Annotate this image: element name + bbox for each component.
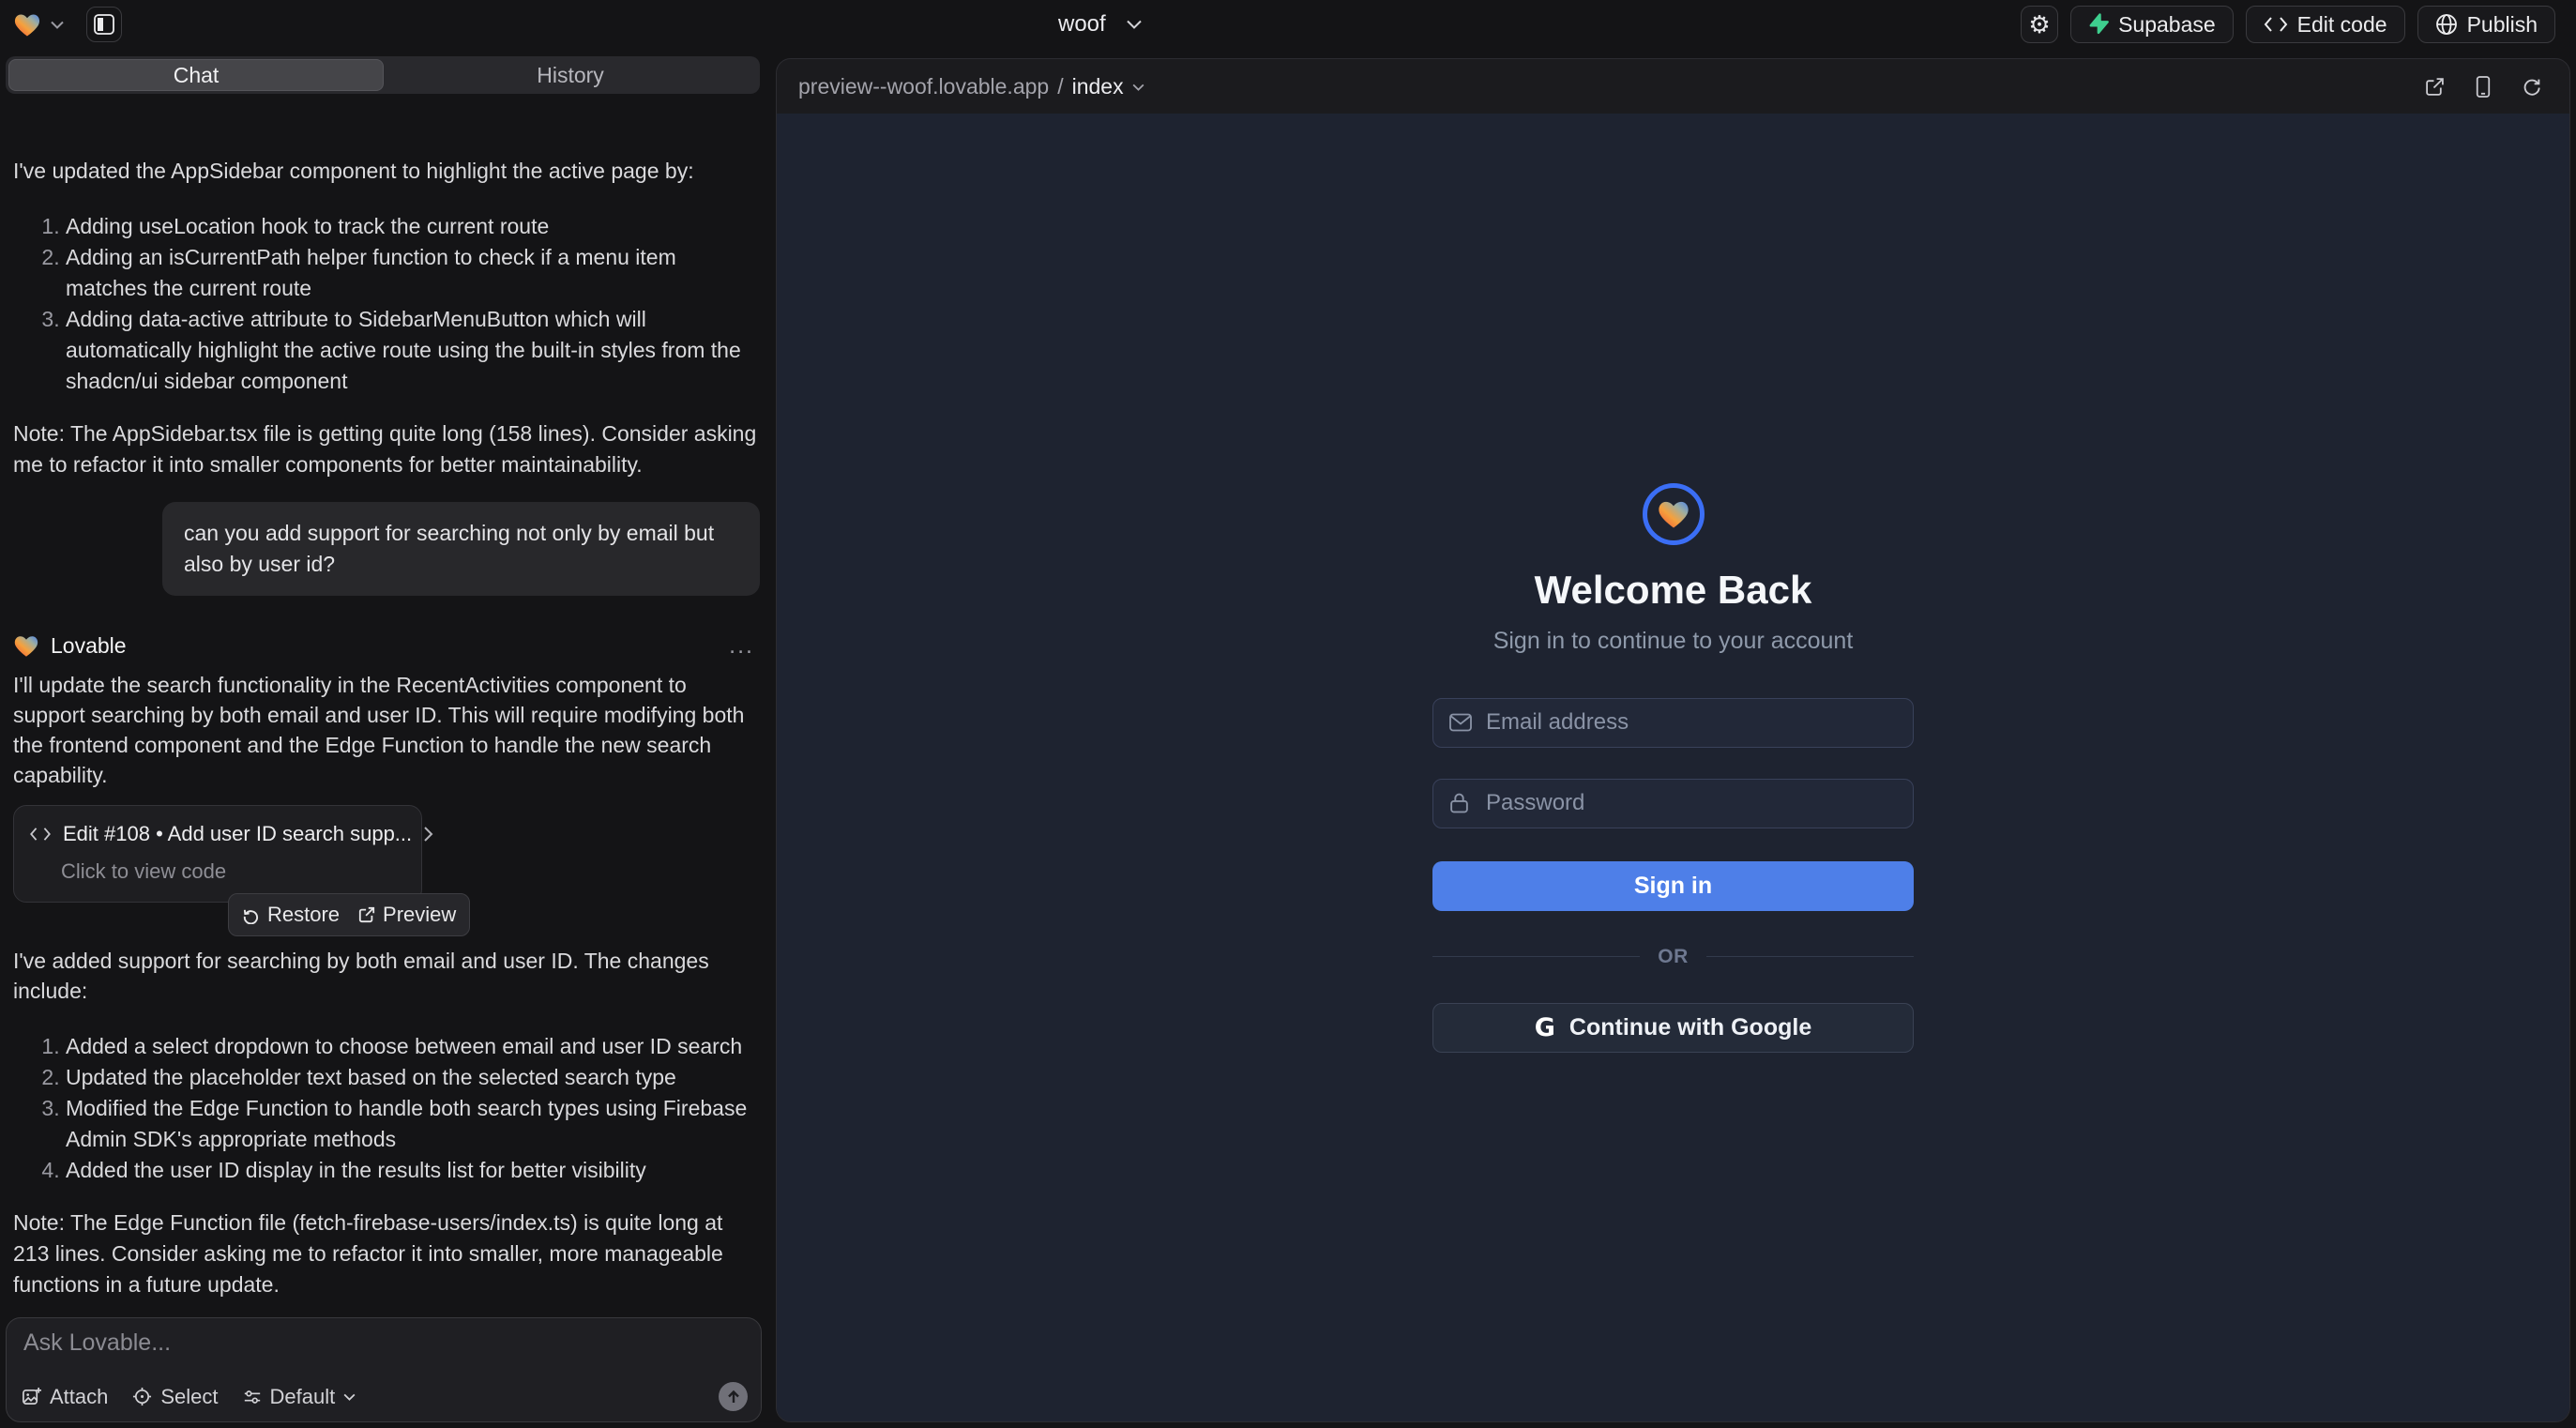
send-button[interactable]	[719, 1382, 748, 1411]
preview-viewport: Welcome Back Sign in to continue to your…	[777, 114, 2569, 1421]
attach-image-icon	[22, 1387, 41, 1406]
restore-icon	[242, 906, 260, 924]
assistant-header: Lovable ...	[13, 630, 760, 661]
composer: Attach Select Default	[6, 1317, 762, 1422]
version-actions-toolbar: Restore Preview	[228, 893, 470, 936]
password-field-wrapper	[1432, 779, 1914, 828]
assistant-message-list-2: Added a select dropdown to choose betwee…	[13, 1031, 760, 1186]
external-link-icon	[358, 906, 375, 923]
globe-icon	[2435, 13, 2458, 36]
message-menu-ellipsis-icon[interactable]: ...	[729, 630, 754, 661]
settings-button[interactable]: ⚙	[2021, 6, 2058, 43]
list-item: Added the user ID display in the results…	[66, 1155, 760, 1186]
page-subtitle: Sign in to continue to your account	[1493, 628, 1854, 655]
chat-input[interactable]	[23, 1329, 744, 1357]
heart-icon	[1657, 498, 1690, 529]
app-logo	[1643, 483, 1705, 545]
assistant-message-intro: I've updated the AppSidebar component to…	[13, 156, 760, 186]
preview-button[interactable]: Preview	[358, 900, 456, 930]
select-label: Select	[160, 1385, 218, 1409]
page-title: Welcome Back	[1535, 568, 1812, 613]
edit-card-subtitle: Click to view code	[61, 857, 406, 887]
chat-message-list[interactable]: I've updated the AppSidebar component to…	[0, 143, 769, 1315]
preview-url-page[interactable]: index	[1072, 74, 1124, 99]
assistant-note: Note: The AppSidebar.tsx file is getting…	[13, 418, 760, 480]
mode-selector[interactable]: Default	[243, 1385, 356, 1409]
tab-chat[interactable]: Chat	[8, 59, 384, 91]
restore-button[interactable]: Restore	[242, 900, 340, 930]
publish-label: Publish	[2467, 12, 2538, 38]
code-brackets-icon	[2264, 16, 2288, 33]
envelope-icon	[1449, 714, 1472, 732]
gear-icon: ⚙	[2028, 12, 2050, 37]
email-field[interactable]	[1433, 699, 1913, 747]
continue-with-google-button[interactable]: G Continue with Google	[1432, 1003, 1914, 1053]
chevron-down-icon	[343, 1393, 356, 1401]
email-field-wrapper	[1432, 698, 1914, 748]
assistant-name: Lovable	[51, 630, 127, 661]
topbar: woof ⚙ Supabase Edit code Publish	[0, 0, 2576, 49]
refresh-icon[interactable]	[2522, 77, 2541, 97]
edit-card-title: Edit #108 • Add user ID search supp...	[63, 819, 412, 849]
preview-url-host[interactable]: preview--woof.lovable.app	[798, 74, 1049, 99]
edit-code-button[interactable]: Edit code	[2246, 6, 2405, 43]
preview-panel: preview--woof.lovable.app / index Welcom…	[776, 58, 2570, 1422]
signin-card: Welcome Back Sign in to continue to your…	[1432, 483, 1914, 1053]
edit-code-label: Edit code	[2297, 12, 2387, 38]
password-field[interactable]	[1433, 780, 1913, 828]
chat-history-tabs: Chat History	[6, 56, 760, 94]
lovable-heart-logo-icon[interactable]	[13, 11, 41, 38]
google-g-icon: G	[1535, 1013, 1555, 1042]
user-message-bubble: can you add support for searching not on…	[162, 502, 760, 596]
tab-history[interactable]: History	[384, 59, 757, 91]
open-in-new-tab-icon[interactable]	[2425, 77, 2445, 97]
project-name[interactable]: woof	[1058, 11, 1106, 38]
supabase-label: Supabase	[2118, 12, 2216, 38]
supabase-bolt-icon	[2088, 13, 2109, 36]
target-icon	[132, 1387, 152, 1406]
url-chevron-down-icon[interactable]	[1132, 84, 1144, 91]
list-item: Added a select dropdown to choose betwee…	[66, 1031, 760, 1062]
publish-button[interactable]: Publish	[2417, 6, 2555, 43]
supabase-button[interactable]: Supabase	[2070, 6, 2234, 43]
sidebar-toggle-button[interactable]	[86, 7, 122, 42]
list-item: Updated the placeholder text based on th…	[66, 1062, 760, 1093]
edit-version-card[interactable]: Edit #108 • Add user ID search supp... C…	[13, 805, 422, 903]
assistant-note-2: Note: The Edge Function file (fetch-fire…	[13, 1208, 760, 1300]
or-label: OR	[1658, 946, 1689, 968]
list-item: Adding data-active attribute to SidebarM…	[66, 304, 760, 397]
select-element-button[interactable]: Select	[132, 1385, 218, 1409]
sliders-icon	[243, 1388, 262, 1406]
attach-label: Attach	[50, 1385, 108, 1409]
list-item: Adding an isCurrentPath helper function …	[66, 242, 760, 304]
preview-url-bar: preview--woof.lovable.app / index	[777, 59, 2569, 114]
lock-icon	[1449, 793, 1469, 814]
assistant-message-list: Adding useLocation hook to track the cur…	[13, 211, 760, 397]
list-item: Adding useLocation hook to track the cur…	[66, 211, 760, 242]
code-icon	[29, 827, 52, 842]
mode-label: Default	[270, 1385, 336, 1409]
chat-panel: Chat History I've updated the AppSidebar…	[0, 49, 769, 1428]
lovable-heart-avatar-icon	[13, 633, 39, 658]
preview-url-separator: /	[1057, 74, 1063, 99]
sign-in-button[interactable]: Sign in	[1432, 861, 1914, 911]
mobile-view-icon[interactable]	[2476, 76, 2491, 98]
google-button-label: Continue with Google	[1569, 1014, 1811, 1041]
or-divider: OR	[1432, 946, 1914, 968]
logo-chevron-down-icon[interactable]	[51, 21, 64, 29]
assistant-message-body: I've added support for searching by both…	[13, 946, 760, 1006]
assistant-message-intro-2: I'll update the search functionality in …	[13, 670, 760, 790]
attach-button[interactable]: Attach	[22, 1385, 108, 1409]
restore-label: Restore	[267, 900, 340, 930]
chevron-right-icon[interactable]	[423, 826, 433, 843]
preview-label: Preview	[383, 900, 456, 930]
project-chevron-down-icon[interactable]	[1127, 20, 1142, 29]
list-item: Modified the Edge Function to handle bot…	[66, 1093, 760, 1155]
